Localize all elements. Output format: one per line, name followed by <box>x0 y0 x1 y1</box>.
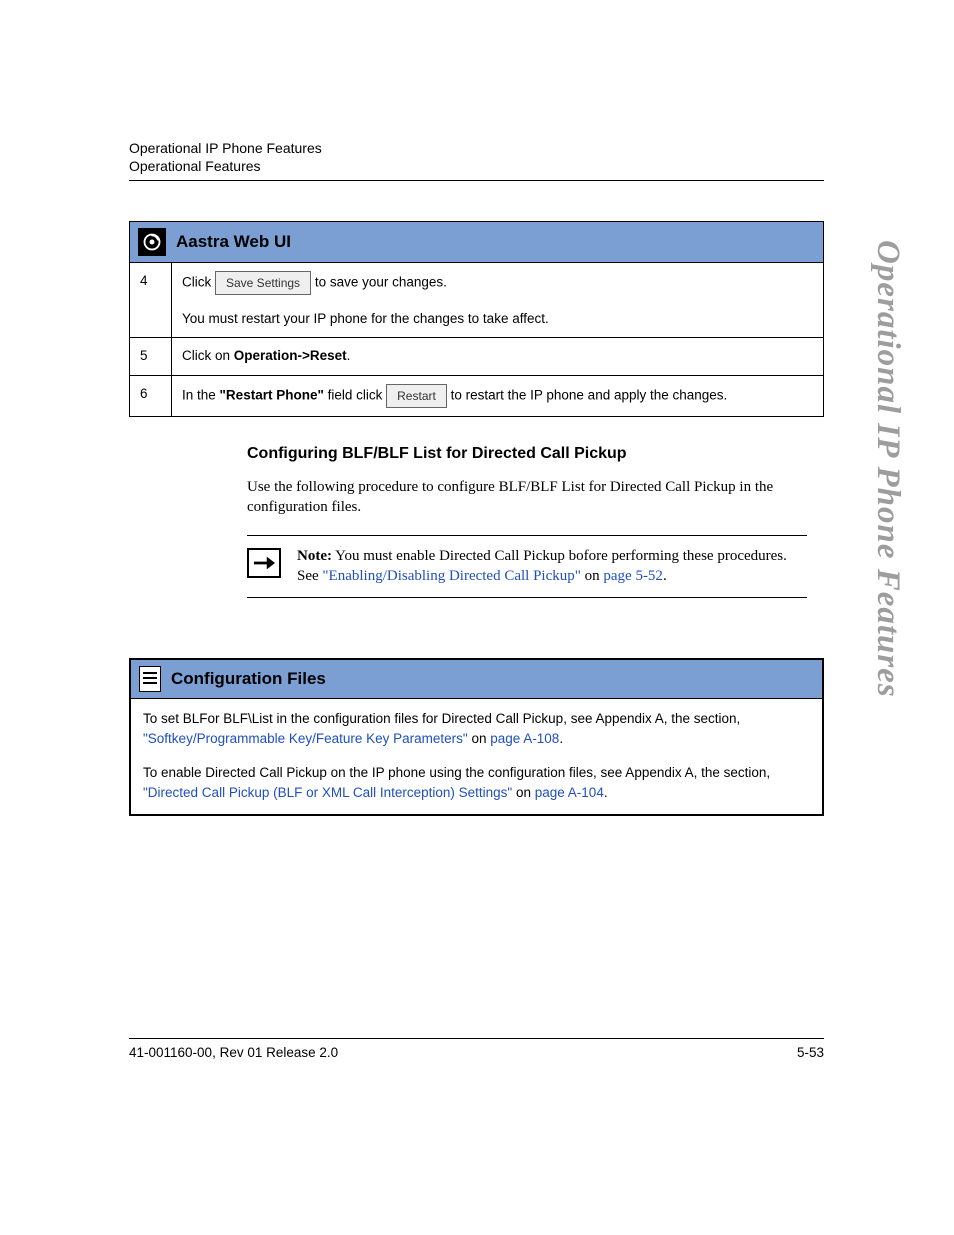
text: You must restart your IP phone for the c… <box>182 311 549 326</box>
page-footer: 41-001160-00, Rev 01 Release 2.0 5-53 <box>129 1038 824 1060</box>
aastra-logo-icon <box>138 228 166 256</box>
step-content: In the "Restart Phone" field click Resta… <box>172 375 824 416</box>
configuration-files-title: Configuration Files <box>171 669 326 689</box>
text: . <box>347 348 351 363</box>
text: . <box>604 785 608 800</box>
footer-rule <box>129 1038 824 1039</box>
text: on <box>512 785 535 800</box>
aastra-table-title: Aastra Web UI <box>176 229 291 255</box>
section-heading: Configuring BLF/BLF List for Directed Ca… <box>247 445 824 463</box>
table-row: 6 In the "Restart Phone" field click Res… <box>130 375 824 416</box>
cfg-paragraph: To enable Directed Call Pickup on the IP… <box>143 763 810 804</box>
text: Click on <box>182 348 234 363</box>
link-page-a-104[interactable]: page A-104 <box>535 785 604 800</box>
table-row: 5 Click on Operation->Reset. <box>130 338 824 375</box>
step-number: 4 <box>130 263 172 338</box>
body-paragraph: Use the following procedure to configure… <box>247 477 807 518</box>
text: To set BLFor BLF\List in the configurati… <box>143 711 740 726</box>
text: on <box>468 731 491 746</box>
text: to restart the IP phone and apply the ch… <box>451 387 728 402</box>
header-line-1: Operational IP Phone Features <box>129 140 824 156</box>
footer-left: 41-001160-00, Rev 01 Release 2.0 <box>129 1045 338 1060</box>
arrow-right-icon <box>247 548 281 578</box>
text: . <box>663 568 667 584</box>
cfg-paragraph: To set BLFor BLF\List in the configurati… <box>143 709 810 750</box>
save-settings-button[interactable]: Save Settings <box>215 271 311 295</box>
text: on <box>581 568 604 584</box>
text: Click <box>182 275 215 290</box>
link-page-a-108[interactable]: page A-108 <box>490 731 559 746</box>
table-row: 4 Click Save Settings to save your chang… <box>130 263 824 338</box>
restart-button[interactable]: Restart <box>386 384 447 408</box>
document-icon <box>139 666 161 692</box>
text: To enable Directed Call Pickup on the IP… <box>143 765 770 780</box>
text: . <box>559 731 563 746</box>
configuration-files-box: Configuration Files To set BLFor BLF\Lis… <box>129 658 824 816</box>
header-rule <box>129 180 824 181</box>
side-tab-title: Operational IP Phone Features <box>869 240 906 698</box>
note-label: Note: <box>297 548 332 564</box>
text: to save your changes. <box>315 275 447 290</box>
step-number: 5 <box>130 338 172 375</box>
note-box: Note: You must enable Directed Call Pick… <box>247 535 807 598</box>
text: In the <box>182 387 220 402</box>
link-enable-disable-dcp[interactable]: "Enabling/Disabling Directed Call Pickup… <box>322 568 580 584</box>
step-content: Click on Operation->Reset. <box>172 338 824 375</box>
step-number: 6 <box>130 375 172 416</box>
aastra-web-ui-table: Aastra Web UI 4 Click Save Settings to s… <box>129 221 824 417</box>
footer-right: 5-53 <box>797 1045 824 1060</box>
link-dcp-settings[interactable]: "Directed Call Pickup (BLF or XML Call I… <box>143 785 512 800</box>
bold-text: Operation->Reset <box>234 348 347 363</box>
link-softkey-params[interactable]: "Softkey/Programmable Key/Feature Key Pa… <box>143 731 468 746</box>
step-content: Click Save Settings to save your changes… <box>172 263 824 338</box>
bold-text: "Restart Phone" <box>220 387 324 402</box>
header-line-2: Operational Features <box>129 158 824 174</box>
link-page-5-52[interactable]: page 5-52 <box>603 568 663 584</box>
text: field click <box>324 387 386 402</box>
note-text: Note: You must enable Directed Call Pick… <box>297 546 807 587</box>
